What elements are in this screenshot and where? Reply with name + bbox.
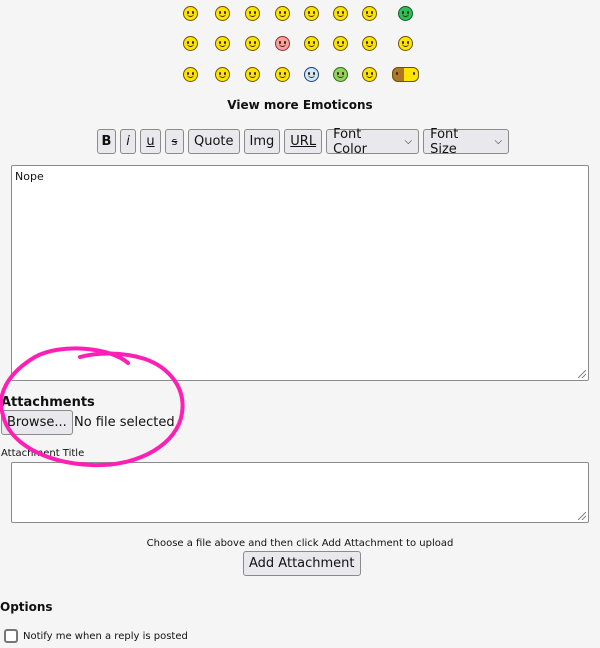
devil-icon[interactable]	[304, 36, 319, 51]
blush-icon[interactable]	[275, 36, 290, 51]
emoticon-row-2	[0, 35, 600, 57]
emoticon-row-3	[0, 66, 600, 88]
attachment-title-textarea[interactable]	[11, 462, 589, 523]
cheesy-icon[interactable]	[215, 36, 230, 51]
quote-button[interactable]: Quote	[188, 129, 240, 154]
browse-button[interactable]: Browse...	[1, 410, 73, 435]
big-mouth-icon[interactable]	[183, 67, 198, 82]
cool-sunglasses-icon[interactable]	[183, 36, 198, 51]
resize-grip-icon[interactable]	[578, 512, 586, 520]
thinking-icon[interactable]	[362, 67, 377, 82]
waving-icon[interactable]	[275, 67, 290, 82]
green-grin-icon[interactable]	[398, 6, 413, 21]
notify-label: Notify me when a reply is posted	[23, 630, 188, 642]
font-color-select-label: Font Color	[333, 126, 368, 157]
message-text: Nope	[15, 170, 44, 183]
emoticon-row-1	[0, 5, 600, 27]
notify-checkbox[interactable]	[4, 629, 18, 643]
tongue-icon[interactable]	[215, 67, 230, 82]
upload-hint-text: Choose a file above and then click Add A…	[146, 538, 454, 549]
options-heading: Options	[0, 600, 53, 614]
angry-devil-icon[interactable]	[333, 36, 348, 51]
group-icon[interactable]	[392, 67, 419, 82]
shocked-icon[interactable]	[245, 36, 260, 51]
rolleyes-icon[interactable]	[362, 36, 377, 51]
file-status-text: No file selected	[74, 415, 175, 430]
strikethrough-button[interactable]: s	[165, 129, 184, 154]
chevron-down-icon: ⌵	[404, 136, 413, 147]
resize-grip-icon[interactable]	[578, 370, 586, 378]
attachment-title-label: Attachment Title	[1, 448, 85, 459]
message-textarea[interactable]: Nope	[11, 165, 589, 381]
font-size-select-label: Font Size	[430, 126, 459, 157]
font-size-select[interactable]: Font Size ⌵	[423, 126, 510, 157]
bold-button[interactable]: B	[97, 129, 116, 154]
confused-icon[interactable]	[275, 6, 290, 21]
url-button[interactable]: URL	[284, 129, 323, 154]
view-more-emoticons-link[interactable]: View more Emoticons	[0, 98, 600, 112]
underline-button[interactable]: u	[140, 129, 161, 154]
laugh-icon[interactable]	[215, 6, 230, 21]
notify-option: Notify me when a reply is posted	[4, 629, 188, 643]
glasses-nerd-icon[interactable]	[362, 6, 377, 21]
attachments-heading: Attachments	[1, 395, 95, 410]
img-button[interactable]: Img	[243, 129, 281, 154]
italic-button[interactable]: i	[120, 129, 136, 154]
add-attachment-button[interactable]: Add Attachment	[243, 551, 361, 576]
surprised-icon[interactable]	[245, 67, 260, 82]
reply-form: View more Emoticons B i u s Quote Img UR…	[0, 0, 600, 648]
dizzy-icon[interactable]	[304, 67, 319, 82]
sad-icon[interactable]	[304, 6, 319, 21]
big-smile-icon[interactable]	[398, 36, 413, 51]
smile-grin-icon[interactable]	[183, 6, 198, 21]
chevron-down-icon: ⌵	[494, 136, 503, 147]
puzzled-icon[interactable]	[333, 6, 348, 21]
smile-icon[interactable]	[245, 6, 260, 21]
formatting-toolbar: B i u s Quote Img URL Font Color ⌵ Font …	[97, 126, 510, 157]
font-color-select[interactable]: Font Color ⌵	[326, 126, 420, 157]
sick-icon[interactable]	[333, 67, 348, 82]
